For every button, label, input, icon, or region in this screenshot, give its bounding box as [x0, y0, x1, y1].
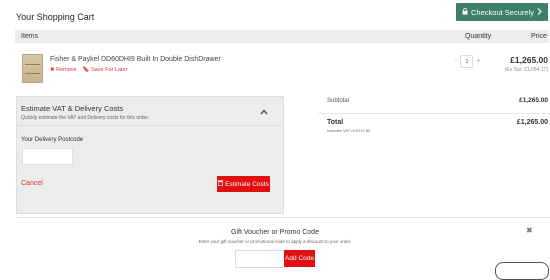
postcode-input[interactable]: [22, 148, 73, 165]
page-title: Your Shopping Cart: [16, 12, 95, 22]
price-column-header: Price: [531, 33, 547, 40]
voucher-code-input[interactable]: [235, 250, 285, 268]
chat-widget-button[interactable]: [495, 262, 549, 280]
chevron-right-icon: [537, 7, 542, 17]
quantity-input[interactable]: 1: [460, 55, 474, 68]
product-actions: ✖ Remove 🔖 Save For Later: [50, 67, 127, 73]
lock-icon: [462, 7, 468, 17]
total-vat-note: Includes VAT of £210.83: [327, 128, 371, 133]
checkout-securely-button[interactable]: Checkout Securely: [456, 3, 548, 21]
divider: [318, 113, 550, 114]
product-thumbnail[interactable]: [22, 54, 43, 83]
increment-button[interactable]: +: [476, 58, 480, 65]
add-code-button[interactable]: Add Code: [284, 250, 315, 267]
cancel-link[interactable]: Cancel: [21, 180, 43, 187]
close-icon[interactable]: ✖: [526, 226, 533, 235]
quantity-stepper[interactable]: - 1 +: [455, 55, 480, 68]
quantity-column-header: Quantity: [465, 33, 492, 40]
voucher-subtitle: Enter your gift voucher or promotional c…: [198, 239, 352, 244]
vat-panel-title: Estimate VAT & Delivery Costs: [21, 104, 124, 113]
calculator-icon: [218, 180, 224, 188]
subtotal-label: Subtotal: [327, 98, 350, 104]
postcode-label: Your Delivery Postcode: [21, 137, 84, 143]
cart-table-header: Items Quantity Price: [15, 30, 549, 43]
divider: [16, 125, 282, 126]
subtotal-value: £1,265.00: [519, 97, 548, 104]
decrement-button[interactable]: -: [455, 58, 457, 65]
total-value: £1,265.00: [516, 119, 548, 126]
product-price: £1,265.00: [510, 55, 548, 65]
estimate-costs-button[interactable]: Estimate Costs: [217, 176, 270, 192]
checkout-label: Checkout Securely: [471, 7, 534, 17]
remove-link[interactable]: ✖ Remove: [50, 67, 77, 73]
product-price-ex-tax: (Ex Tax: £1,054.17): [504, 67, 548, 73]
product-name-link[interactable]: Fisher & Paykel DD60DHI9 Built In Double…: [50, 56, 221, 63]
save-for-later-link[interactable]: 🔖 Save For Later: [83, 67, 128, 73]
voucher-title: Gift Voucher or Promo Code: [231, 229, 319, 236]
divider: [16, 217, 550, 218]
items-column-header: Items: [21, 33, 39, 40]
vat-panel-subtitle: Quickly estimate the VAT and Delivery co…: [21, 115, 150, 121]
estimate-costs-label: Estimate Costs: [225, 180, 269, 188]
total-label: Total: [327, 119, 344, 126]
collapse-caret-icon[interactable]: [260, 107, 268, 117]
